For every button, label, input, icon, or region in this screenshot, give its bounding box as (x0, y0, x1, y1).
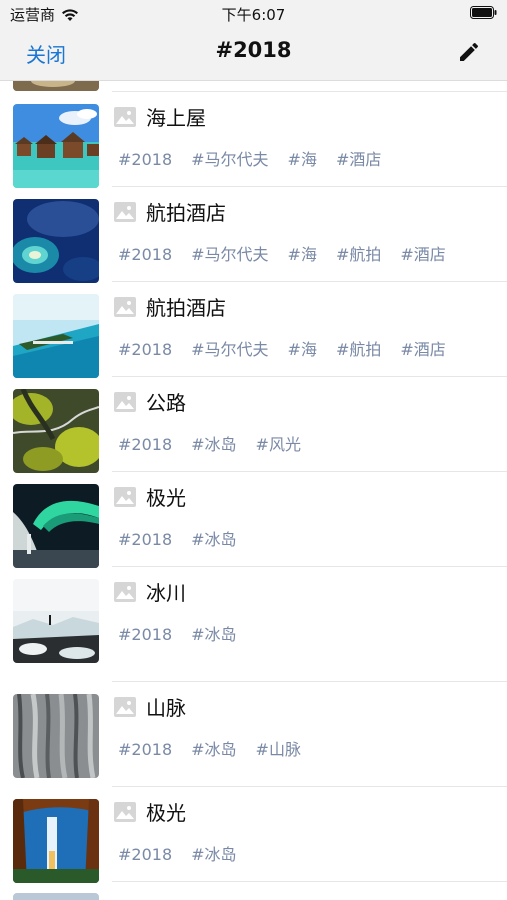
tag-link[interactable]: #2018 (118, 150, 172, 170)
item-title: 山脉 (146, 696, 186, 720)
list-item-partial[interactable] (0, 81, 507, 91)
list-item[interactable]: 公路 #2018 #冰岛 #风光 (0, 389, 507, 473)
tag-list: #2018 #马尔代夫 #海 #航拍 #酒店 (118, 340, 446, 360)
image-icon (114, 582, 136, 602)
item-title: 极光 (146, 801, 186, 825)
tag-link[interactable]: #2018 (118, 530, 172, 550)
item-title: 公路 (146, 391, 186, 415)
list-item[interactable]: 极光 #2018 #冰岛 (0, 799, 507, 883)
tag-link[interactable]: #酒店 (400, 245, 445, 265)
status-bar: 运营商 下午6:07 (0, 0, 507, 26)
tag-list: #2018 #冰岛 (118, 530, 237, 550)
photo-thumbnail (13, 294, 99, 378)
tag-link[interactable]: #航拍 (336, 245, 381, 265)
list-item[interactable]: 海上屋 #2018 #马尔代夫 #海 #酒店 (0, 104, 507, 188)
tag-link[interactable]: #海 (288, 150, 317, 170)
tag-link[interactable]: #酒店 (400, 340, 445, 360)
row-separator (112, 681, 507, 682)
tag-list: #2018 #冰岛 (118, 625, 237, 645)
row-separator (112, 786, 507, 787)
photo-thumbnail (13, 799, 99, 883)
image-icon (114, 802, 136, 822)
status-time: 下午6:07 (221, 6, 286, 24)
item-title: 航拍酒店 (146, 201, 226, 225)
photo-thumbnail (13, 694, 99, 778)
row-separator (112, 91, 507, 92)
list-item[interactable]: 冰川 #2018 #冰岛 (0, 579, 507, 663)
tag-link[interactable]: #冰岛 (191, 530, 236, 550)
tag-link[interactable]: #2018 (118, 845, 172, 865)
list-item-partial[interactable] (0, 893, 507, 900)
battery-icon (470, 6, 497, 19)
photo-thumbnail (13, 893, 99, 900)
tag-link[interactable]: #冰岛 (191, 435, 236, 455)
tag-link[interactable]: #海 (288, 245, 317, 265)
row-separator (112, 186, 507, 187)
item-title: 冰川 (146, 581, 186, 605)
row-separator (112, 376, 507, 377)
row-separator (112, 881, 507, 882)
row-separator (112, 471, 507, 472)
list-item[interactable]: 山脉 #2018 #冰岛 #山脉 (0, 694, 507, 778)
tag-link[interactable]: #冰岛 (191, 740, 236, 760)
tag-list: #2018 #冰岛 #山脉 (118, 740, 301, 760)
tag-link[interactable]: #酒店 (336, 150, 381, 170)
tag-link[interactable]: #马尔代夫 (191, 340, 268, 360)
tag-link[interactable]: #2018 (118, 625, 172, 645)
photo-thumbnail (13, 81, 99, 91)
tag-link[interactable]: #2018 (118, 340, 172, 360)
navigation-bar: 关闭 #2018 (0, 26, 507, 81)
list-item[interactable]: 航拍酒店 #2018 #马尔代夫 #海 #航拍 #酒店 (0, 199, 507, 283)
tag-link[interactable]: #风光 (256, 435, 301, 455)
list-item[interactable]: 航拍酒店 #2018 #马尔代夫 #海 #航拍 #酒店 (0, 294, 507, 378)
tag-link[interactable]: #山脉 (256, 740, 301, 760)
item-title: 极光 (146, 486, 186, 510)
tag-link[interactable]: #冰岛 (191, 845, 236, 865)
tag-list: #2018 #冰岛 (118, 845, 237, 865)
image-icon (114, 297, 136, 317)
image-icon (114, 392, 136, 412)
tag-list: #2018 #冰岛 #风光 (118, 435, 301, 455)
tag-link[interactable]: #海 (288, 340, 317, 360)
row-separator (112, 566, 507, 567)
tag-link[interactable]: #航拍 (336, 340, 381, 360)
tag-list: #2018 #马尔代夫 #海 #航拍 #酒店 (118, 245, 446, 265)
tag-link[interactable]: #马尔代夫 (191, 245, 268, 265)
photo-thumbnail (13, 484, 99, 568)
photo-thumbnail (13, 104, 99, 188)
edit-pencil-icon[interactable] (457, 40, 481, 64)
tag-link[interactable]: #2018 (118, 245, 172, 265)
page-title: #2018 (215, 38, 292, 62)
tag-link[interactable]: #冰岛 (191, 625, 236, 645)
item-title: 海上屋 (146, 106, 206, 130)
row-separator (112, 281, 507, 282)
item-title: 航拍酒店 (146, 296, 226, 320)
tag-link[interactable]: #2018 (118, 740, 172, 760)
tag-list: #2018 #马尔代夫 #海 #酒店 (118, 150, 381, 170)
tag-link[interactable]: #马尔代夫 (191, 150, 268, 170)
tag-link[interactable]: #2018 (118, 435, 172, 455)
photo-list: 海上屋 #2018 #马尔代夫 #海 #酒店 航拍酒店 #2018 #马尔代夫 … (0, 81, 507, 900)
list-item[interactable]: 极光 #2018 #冰岛 (0, 484, 507, 568)
image-icon (114, 202, 136, 222)
image-icon (114, 487, 136, 507)
image-icon (114, 697, 136, 717)
photo-thumbnail (13, 579, 99, 663)
photo-thumbnail (13, 389, 99, 473)
photo-thumbnail (13, 199, 99, 283)
image-icon (114, 107, 136, 127)
